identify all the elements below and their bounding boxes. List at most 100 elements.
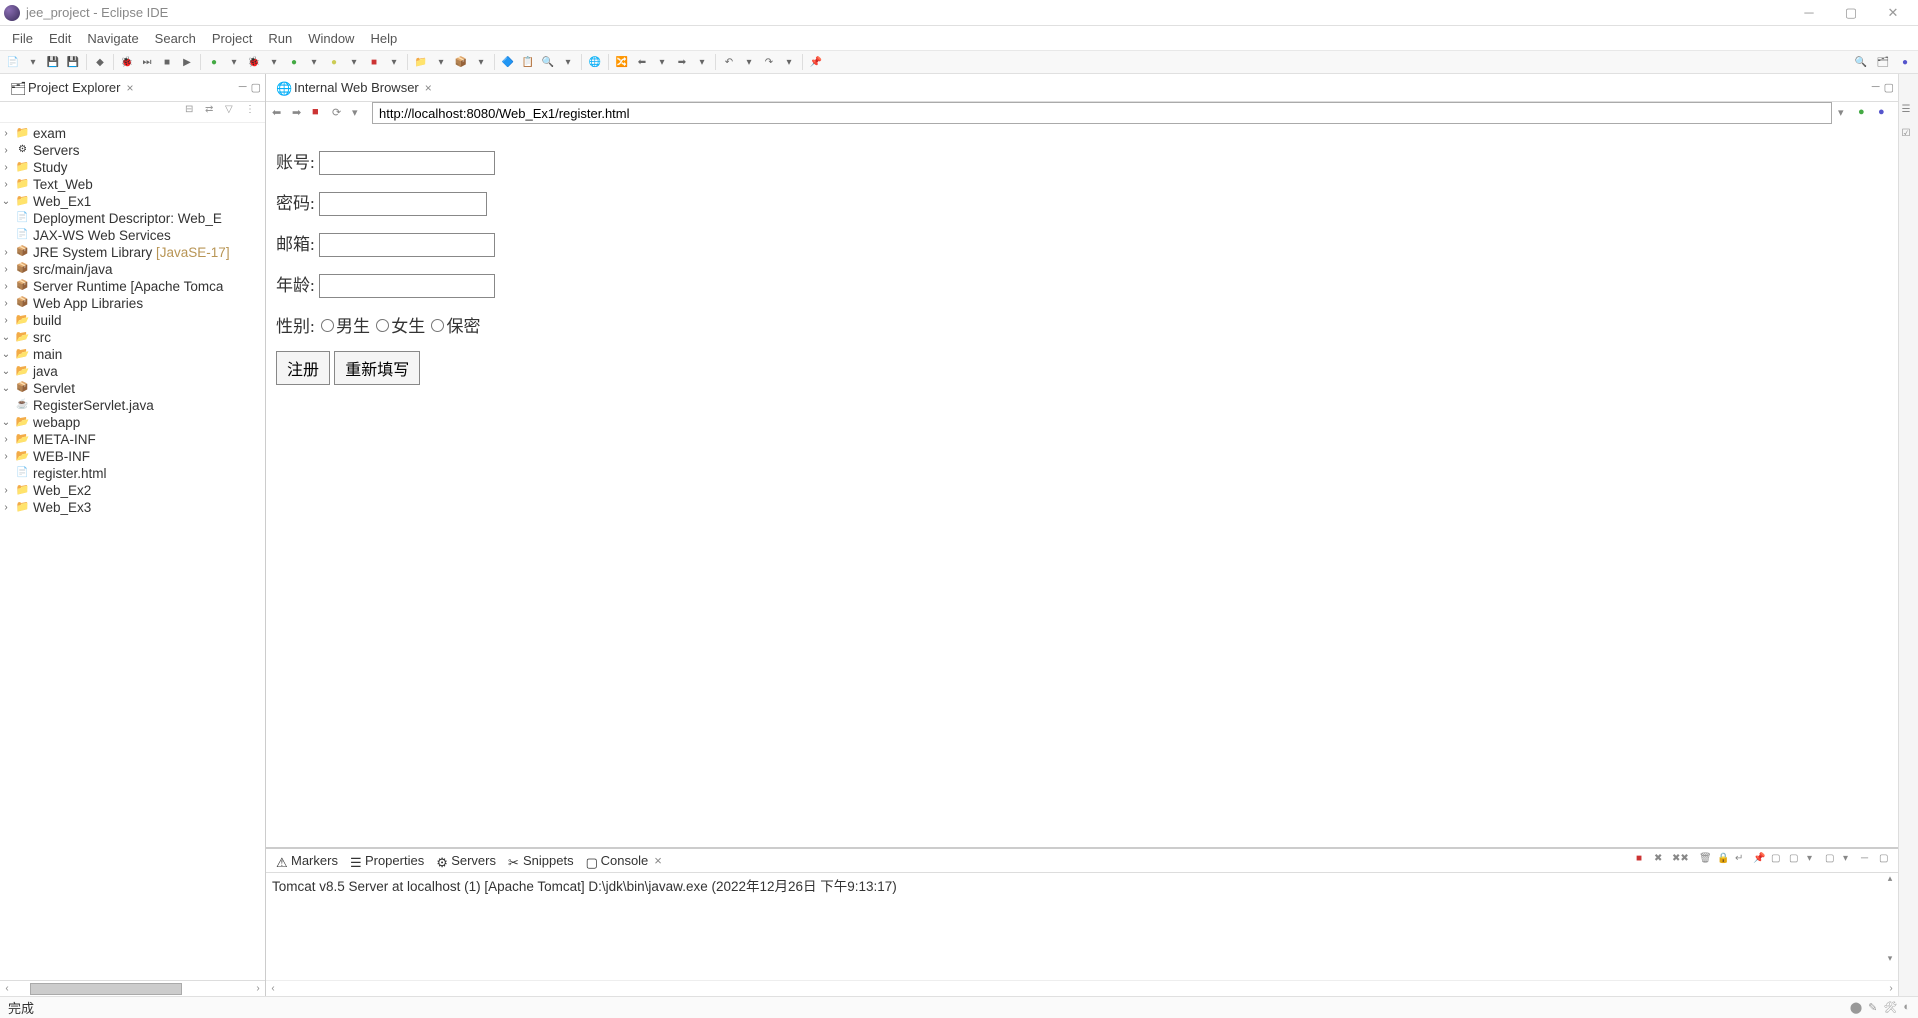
minimize-view-icon[interactable]: ─ <box>239 81 247 94</box>
browser-refresh-icon[interactable]: ⟳ <box>332 106 346 120</box>
menu-project[interactable]: Project <box>204 28 260 49</box>
explorer-h-scrollbar[interactable]: ‹› <box>0 980 265 996</box>
dd9-icon[interactable]: ▾ <box>653 53 671 71</box>
tree-item-serverruntime[interactable]: Server Runtime [Apache Tomca <box>33 279 223 294</box>
new-icon[interactable]: 📄 <box>4 53 22 71</box>
console-min-icon[interactable]: ─ <box>1861 853 1876 868</box>
status-icon-4[interactable]: ◐ <box>1903 1001 1910 1014</box>
save-all-icon[interactable]: 💾 <box>64 53 82 71</box>
close-explorer-icon[interactable]: × <box>126 81 133 95</box>
tab-snippets[interactable]: ✂Snippets <box>502 851 580 870</box>
save-icon[interactable]: 💾 <box>44 53 62 71</box>
toggle-icon[interactable]: 🔀 <box>613 53 631 71</box>
tree-item-servlet[interactable]: Servlet <box>33 381 75 396</box>
dropdown-icon[interactable]: ▾ <box>24 53 42 71</box>
console-h-scrollbar[interactable]: ‹› <box>266 980 1898 996</box>
view-menu-icon[interactable]: ⋮ <box>245 104 261 120</box>
prev-icon[interactable]: ⬅ <box>633 53 651 71</box>
tree-item-registerservlet[interactable]: RegisterServlet.java <box>33 398 154 413</box>
pin-icon[interactable]: 📌 <box>807 53 825 71</box>
status-icon-3[interactable]: 🛠 <box>1883 1001 1897 1014</box>
console-clear-icon[interactable]: 🗑 <box>1699 853 1714 868</box>
browser-fwd-icon[interactable]: ➡ <box>292 106 306 120</box>
close-console-icon[interactable]: × <box>654 853 662 868</box>
console-scrolllock-icon[interactable]: 🔒 <box>1717 853 1732 868</box>
tree-item-webex3[interactable]: Web_Ex3 <box>33 500 91 515</box>
java-ee-perspective-icon[interactable] <box>1896 53 1914 71</box>
filter-icon[interactable]: ▽ <box>225 104 241 120</box>
dd10-icon[interactable]: ▾ <box>693 53 711 71</box>
fwd-icon[interactable]: ↷ <box>760 53 778 71</box>
tree-item-study[interactable]: Study <box>33 160 68 175</box>
project-explorer-tab[interactable]: 🗂 Project Explorer × <box>4 77 140 98</box>
close-button[interactable]: ✕ <box>1872 0 1914 26</box>
tree-item-webinf[interactable]: WEB-INF <box>33 449 90 464</box>
dd11-icon[interactable]: ▾ <box>740 53 758 71</box>
menu-window[interactable]: Window <box>300 28 362 49</box>
project-tree[interactable]: ›exam ›Servers ›Study ›Text_Web ⌄Web_Ex1… <box>0 123 265 980</box>
run-icon[interactable] <box>285 53 303 71</box>
new-pkg-icon[interactable]: 📦 <box>452 53 470 71</box>
browser-stop-icon[interactable] <box>312 106 326 120</box>
maximize-view-icon[interactable]: ▢ <box>251 81 261 94</box>
dd8-icon[interactable]: ▾ <box>559 53 577 71</box>
tree-item-webapplibs[interactable]: Web App Libraries <box>33 296 143 311</box>
stop-icon[interactable]: ■ <box>158 53 176 71</box>
dd6-icon[interactable]: ▾ <box>432 53 450 71</box>
radio-secret[interactable] <box>431 319 444 332</box>
radio-female[interactable] <box>376 319 389 332</box>
console-dd1-icon[interactable]: ▾ <box>1807 853 1822 868</box>
tree-item-dd[interactable]: Deployment Descriptor: Web_E <box>33 211 222 226</box>
tab-properties[interactable]: ☰Properties <box>344 851 430 870</box>
menu-file[interactable]: File <box>4 28 41 49</box>
search-icon[interactable]: 🔍 <box>539 53 557 71</box>
tree-item-build[interactable]: build <box>33 313 62 328</box>
radio-male[interactable] <box>321 319 334 332</box>
debug-icon[interactable]: 🐞 <box>118 53 136 71</box>
dd2-icon[interactable]: ▾ <box>265 53 283 71</box>
tree-item-src[interactable]: src <box>33 330 51 345</box>
minimize-browser-icon[interactable]: ─ <box>1872 81 1880 94</box>
skip-icon[interactable]: ⏭ <box>138 53 156 71</box>
menu-navigate[interactable]: Navigate <box>79 28 146 49</box>
maximize-button[interactable]: ▢ <box>1830 0 1872 26</box>
register-button[interactable]: 注册 <box>276 351 330 385</box>
close-browser-tab-icon[interactable]: × <box>425 81 432 95</box>
console-v-scrollbar[interactable]: ▴▾ <box>1882 873 1898 964</box>
new-proj-icon[interactable]: 📁 <box>412 53 430 71</box>
menu-help[interactable]: Help <box>362 28 405 49</box>
console-wordwrap-icon[interactable]: ↵ <box>1735 853 1750 868</box>
tab-markers[interactable]: ⚠Markers <box>270 851 344 870</box>
resume-icon[interactable]: ▶ <box>178 53 196 71</box>
next-icon[interactable]: ➡ <box>673 53 691 71</box>
browser-go-icon[interactable] <box>1858 106 1872 120</box>
tree-item-textweb[interactable]: Text_Web <box>33 177 93 192</box>
tree-item-exam[interactable]: exam <box>33 126 66 141</box>
tab-console[interactable]: ▢Console× <box>580 851 668 870</box>
run-server-icon[interactable] <box>205 53 223 71</box>
tree-item-registerhtml[interactable]: register.html <box>33 466 107 481</box>
dd1-icon[interactable]: ▾ <box>225 53 243 71</box>
console-max-icon[interactable]: ▢ <box>1879 853 1894 868</box>
account-input[interactable] <box>319 151 495 175</box>
tree-item-webapp[interactable]: webapp <box>33 415 80 430</box>
outline-icon[interactable]: ☰ <box>1902 104 1916 118</box>
back-icon[interactable]: ↶ <box>720 53 738 71</box>
dd12-icon[interactable]: ▾ <box>780 53 798 71</box>
dd5-icon[interactable]: ▾ <box>385 53 403 71</box>
open-perspective-icon[interactable]: 🗂 <box>1874 53 1892 71</box>
status-icon-2[interactable]: ✎ <box>1868 1001 1877 1014</box>
open-task-icon[interactable]: 📋 <box>519 53 537 71</box>
tree-item-main[interactable]: main <box>33 347 62 362</box>
url-dropdown-icon[interactable]: ▾ <box>1838 106 1852 120</box>
dd4-icon[interactable]: ▾ <box>345 53 363 71</box>
browser-history-dropdown-icon[interactable]: ▾ <box>352 106 366 120</box>
tree-item-webex2[interactable]: Web_Ex2 <box>33 483 91 498</box>
tree-item-metainf[interactable]: META-INF <box>33 432 96 447</box>
task-list-icon[interactable]: ☑ <box>1902 128 1916 142</box>
open-type-icon[interactable]: 🔷 <box>499 53 517 71</box>
tab-servers[interactable]: ⚙Servers <box>430 851 502 870</box>
console-pin-icon[interactable]: 📌 <box>1753 853 1768 868</box>
browser-back-icon[interactable]: ⬅ <box>272 106 286 120</box>
tree-item-servers[interactable]: Servers <box>33 143 80 158</box>
